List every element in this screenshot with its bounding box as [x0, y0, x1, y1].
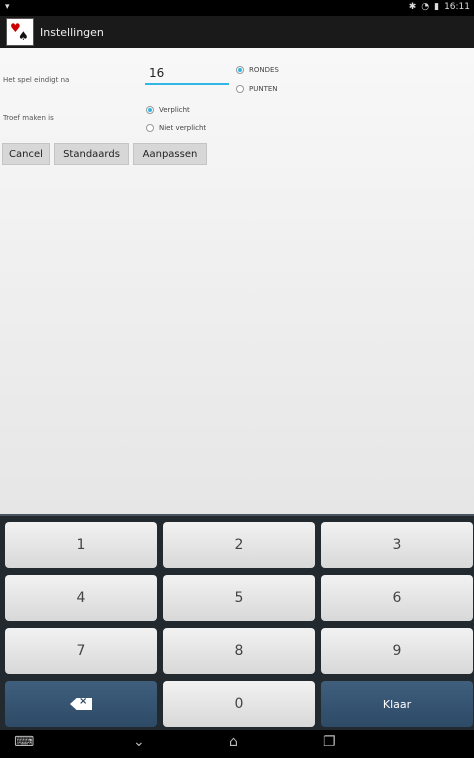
- key-3[interactable]: 3: [321, 522, 473, 568]
- radio-label: RONDES: [249, 66, 279, 74]
- radio-rondes[interactable]: RONDES: [236, 66, 279, 74]
- key-9[interactable]: 9: [321, 628, 473, 674]
- radio-label: PUNTEN: [249, 85, 278, 93]
- key-8[interactable]: 8: [163, 628, 315, 674]
- trump-label: Troef maken is: [3, 114, 54, 122]
- spade-icon: ♠: [18, 29, 29, 43]
- backspace-icon: ×: [70, 698, 92, 710]
- wifi-icon: ◔: [421, 2, 430, 12]
- key-4[interactable]: 4: [5, 575, 157, 621]
- defaults-button[interactable]: Standaards: [54, 143, 129, 165]
- numeric-keyboard: 1 2 3 4 5 6 7 8 9 × 0 Klaar: [0, 514, 474, 730]
- status-bar: ▾ ✱ ◔ ▮ 16:11: [0, 0, 474, 16]
- key-7[interactable]: 7: [5, 628, 157, 674]
- radio-selected-icon: [236, 66, 244, 74]
- radio-verplicht[interactable]: Verplicht: [146, 106, 190, 114]
- home-icon[interactable]: ⌂: [229, 734, 238, 750]
- battery-icon: ▮: [434, 2, 440, 12]
- hide-keyboard-icon[interactable]: ⌄: [133, 734, 145, 750]
- radio-unselected-icon: [236, 85, 244, 93]
- app-logo-icon[interactable]: ♥ ♠: [6, 18, 34, 46]
- radio-punten[interactable]: PUNTEN: [236, 85, 278, 93]
- navigation-bar: ⌨ ⌄ ⌂ ❐: [0, 730, 474, 758]
- key-2[interactable]: 2: [163, 522, 315, 568]
- key-1[interactable]: 1: [5, 522, 157, 568]
- radio-unselected-icon: [146, 124, 154, 132]
- app-title: Instellingen: [40, 25, 104, 39]
- radio-selected-icon: [146, 106, 154, 114]
- game-end-input[interactable]: 16: [145, 63, 229, 85]
- done-key[interactable]: Klaar: [321, 681, 473, 727]
- bluetooth-icon: ✱: [408, 2, 417, 12]
- action-bar: ♥ ♠ Instellingen: [0, 16, 474, 48]
- key-0[interactable]: 0: [163, 681, 315, 727]
- key-6[interactable]: 6: [321, 575, 473, 621]
- settings-form: Het spel eindigt na 16 RONDES PUNTEN Tro…: [0, 48, 474, 514]
- recent-apps-icon[interactable]: ❐: [323, 734, 336, 750]
- backspace-key[interactable]: ×: [5, 681, 157, 727]
- android-notification-icon: ▾: [5, 2, 10, 12]
- status-icons: ✱ ◔ ▮ 16:11: [409, 2, 470, 12]
- cancel-button[interactable]: Cancel: [2, 143, 50, 165]
- radio-niet-verplicht[interactable]: Niet verplicht: [146, 124, 206, 132]
- radio-label: Niet verplicht: [159, 124, 207, 132]
- radio-label: Verplicht: [159, 106, 190, 114]
- game-end-label: Het spel eindigt na: [3, 76, 70, 84]
- key-5[interactable]: 5: [163, 575, 315, 621]
- apply-button[interactable]: Aanpassen: [133, 143, 207, 165]
- clock: 16:11: [444, 2, 470, 12]
- keyboard-switch-icon[interactable]: ⌨: [14, 734, 34, 750]
